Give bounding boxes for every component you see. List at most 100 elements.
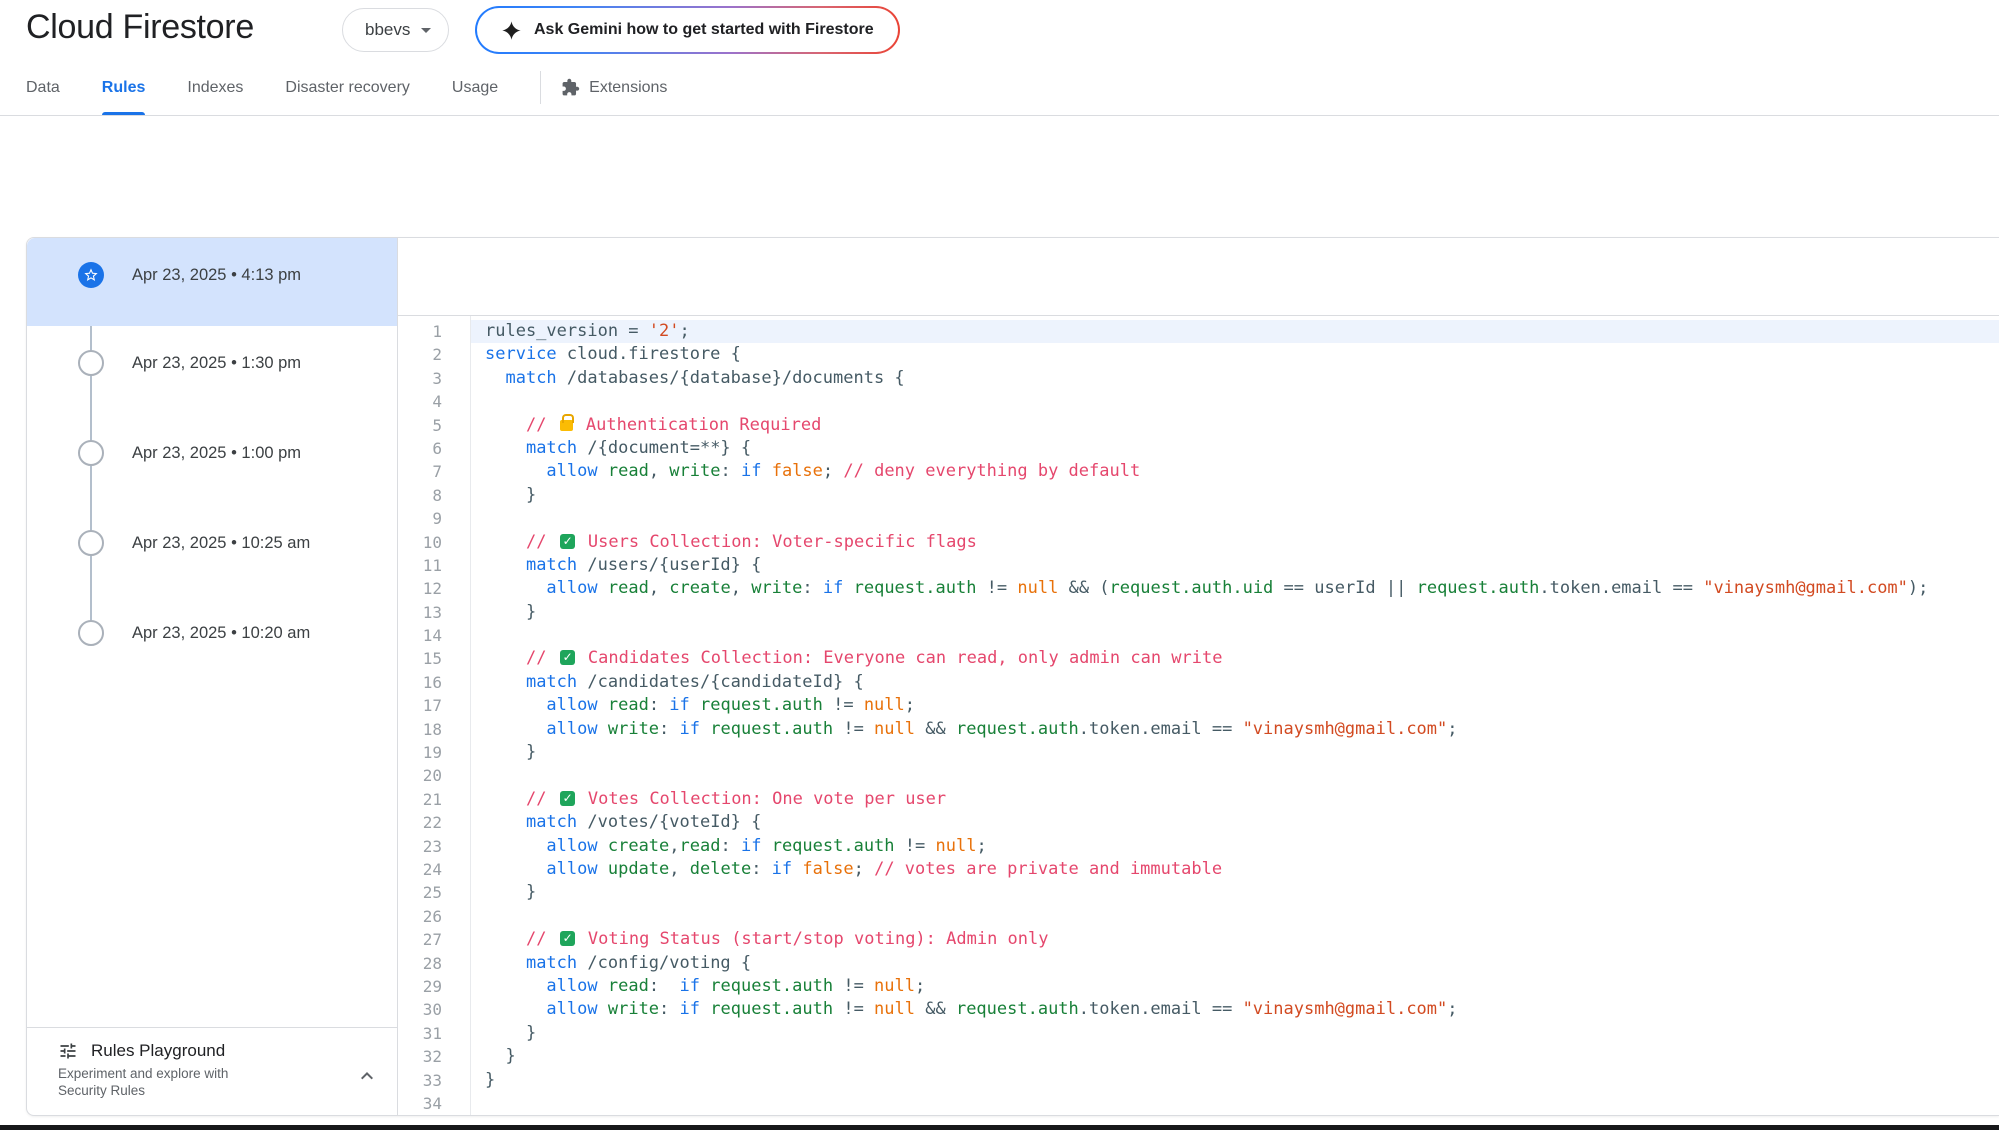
line-number: 1 bbox=[398, 320, 470, 343]
code-line[interactable]: 22 match /votes/{voteId} { bbox=[398, 811, 1999, 834]
tab-usage[interactable]: Usage bbox=[452, 60, 498, 115]
line-number: 26 bbox=[398, 905, 470, 928]
code-line[interactable]: 34 bbox=[398, 1092, 1999, 1115]
tab-data[interactable]: Data bbox=[26, 60, 60, 115]
tab-rules[interactable]: Rules bbox=[102, 60, 146, 115]
code-line[interactable]: 6 match /{document=**} { bbox=[398, 437, 1999, 460]
code-text: match /votes/{voteId} { bbox=[470, 811, 761, 834]
code-line[interactable]: 15 // Candidates Collection: Everyone ca… bbox=[398, 647, 1999, 670]
tab-extensions[interactable]: Extensions bbox=[561, 60, 667, 115]
database-selector[interactable]: bbevs bbox=[342, 8, 449, 52]
line-number: 24 bbox=[398, 858, 470, 881]
line-number: 6 bbox=[398, 437, 470, 460]
code-line[interactable]: 12 allow read, create, write: if request… bbox=[398, 577, 1999, 600]
version-timestamp: Apr 23, 2025 • 10:25 am bbox=[132, 530, 310, 556]
tab-disaster-recovery[interactable]: Disaster recovery bbox=[285, 60, 409, 115]
dropdown-caret-icon bbox=[414, 18, 438, 42]
code-line[interactable]: 30 allow write: if request.auth != null … bbox=[398, 998, 1999, 1021]
code-line[interactable]: 16 match /candidates/{candidateId} { bbox=[398, 671, 1999, 694]
collapse-chevron-icon[interactable] bbox=[355, 1064, 379, 1088]
code-text: allow write: if request.auth != null && … bbox=[470, 718, 1458, 741]
line-number: 25 bbox=[398, 881, 470, 904]
code-lines[interactable]: 1rules_version = '2';2service cloud.fire… bbox=[398, 316, 1999, 1115]
code-line[interactable]: 24 allow update, delete: if false; // vo… bbox=[398, 858, 1999, 881]
code-line[interactable]: 19 } bbox=[398, 741, 1999, 764]
line-number: 16 bbox=[398, 671, 470, 694]
code-line[interactable]: 7 allow read, write: if false; // deny e… bbox=[398, 460, 1999, 483]
line-number: 29 bbox=[398, 975, 470, 998]
code-line[interactable]: 32 } bbox=[398, 1045, 1999, 1068]
code-line[interactable]: 26 bbox=[398, 905, 1999, 928]
version-item[interactable]: Apr 23, 2025 • 10:20 am bbox=[27, 596, 397, 686]
code-line[interactable]: 17 allow read: if request.auth != null; bbox=[398, 694, 1999, 717]
code-line[interactable]: 2service cloud.firestore { bbox=[398, 343, 1999, 366]
code-line[interactable]: 5 // Authentication Required bbox=[398, 414, 1999, 437]
version-circle-icon bbox=[78, 530, 104, 556]
code-line[interactable]: 9 bbox=[398, 507, 1999, 530]
version-item[interactable]: Apr 23, 2025 • 1:30 pm bbox=[27, 326, 397, 416]
line-number: 23 bbox=[398, 835, 470, 858]
editor-toolbar bbox=[398, 238, 1999, 316]
line-number: 7 bbox=[398, 460, 470, 483]
code-text: // Authentication Required bbox=[470, 414, 821, 437]
database-selector-label: bbevs bbox=[365, 20, 410, 40]
code-text: match /config/voting { bbox=[470, 952, 751, 975]
timeline-items: Apr 23, 2025 • 4:13 pm Apr 23, 2025 • 1:… bbox=[27, 238, 397, 1027]
code-line[interactable]: 33} bbox=[398, 1069, 1999, 1092]
code-text: // Candidates Collection: Everyone can r… bbox=[470, 647, 1222, 670]
code-line[interactable]: 27 // Voting Status (start/stop voting):… bbox=[398, 928, 1999, 951]
line-number: 19 bbox=[398, 741, 470, 764]
code-line[interactable]: 25 } bbox=[398, 881, 1999, 904]
code-text: } bbox=[470, 1045, 516, 1068]
code-line[interactable]: 28 match /config/voting { bbox=[398, 952, 1999, 975]
code-text: // Voting Status (start/stop voting): Ad… bbox=[470, 928, 1048, 951]
code-line[interactable]: 18 allow write: if request.auth != null … bbox=[398, 718, 1999, 741]
version-timestamp: Apr 23, 2025 • 1:30 pm bbox=[132, 350, 301, 376]
line-number: 30 bbox=[398, 998, 470, 1021]
version-item-current[interactable]: Apr 23, 2025 • 4:13 pm bbox=[27, 238, 397, 326]
ask-gemini-button-inner: Ask Gemini how to get started with Fires… bbox=[477, 8, 898, 52]
version-timestamp: Apr 23, 2025 • 4:13 pm bbox=[132, 262, 301, 288]
code-line[interactable]: 1rules_version = '2'; bbox=[398, 320, 1999, 343]
rules-editor: 1rules_version = '2';2service cloud.fire… bbox=[398, 238, 1999, 1115]
line-number: 21 bbox=[398, 788, 470, 811]
ask-gemini-button[interactable]: Ask Gemini how to get started with Fires… bbox=[475, 6, 900, 54]
code-line[interactable]: 21 // Votes Collection: One vote per use… bbox=[398, 788, 1999, 811]
version-timestamp: Apr 23, 2025 • 1:00 pm bbox=[132, 440, 301, 466]
version-item[interactable]: Apr 23, 2025 • 1:00 pm bbox=[27, 416, 397, 506]
version-timestamp: Apr 23, 2025 • 10:20 am bbox=[132, 620, 310, 646]
version-item[interactable]: Apr 23, 2025 • 10:25 am bbox=[27, 506, 397, 596]
code-line[interactable]: 10 // Users Collection: Voter-specific f… bbox=[398, 531, 1999, 554]
code-line[interactable]: 31 } bbox=[398, 1022, 1999, 1045]
code-line[interactable]: 8 } bbox=[398, 484, 1999, 507]
line-number: 34 bbox=[398, 1092, 470, 1115]
code-line[interactable]: 29 allow read: if request.auth != null; bbox=[398, 975, 1999, 998]
code-text: match /{document=**} { bbox=[470, 437, 751, 460]
line-number: 13 bbox=[398, 601, 470, 624]
line-number: 20 bbox=[398, 764, 470, 787]
code-line[interactable]: 11 match /users/{userId} { bbox=[398, 554, 1999, 577]
code-line[interactable]: 4 bbox=[398, 390, 1999, 413]
check-icon bbox=[560, 650, 575, 665]
bottom-window-edge bbox=[0, 1125, 1999, 1130]
code-line[interactable]: 3 match /databases/{database}/documents … bbox=[398, 367, 1999, 390]
version-circle-icon bbox=[78, 620, 104, 646]
active-version-star-icon bbox=[78, 262, 104, 288]
firestore-rules-page: Cloud Firestore bbevs Ask Gemini how to … bbox=[0, 0, 1999, 1130]
check-icon bbox=[560, 931, 575, 946]
line-number: 3 bbox=[398, 367, 470, 390]
rules-playground-button[interactable]: Rules Playground Experiment and explore … bbox=[27, 1027, 397, 1115]
line-number: 10 bbox=[398, 531, 470, 554]
code-line[interactable]: 23 allow create,read: if request.auth !=… bbox=[398, 835, 1999, 858]
line-number: 12 bbox=[398, 577, 470, 600]
line-number: 32 bbox=[398, 1045, 470, 1068]
tab-indexes[interactable]: Indexes bbox=[187, 60, 243, 115]
code-text: // Votes Collection: One vote per user bbox=[470, 788, 946, 811]
line-number: 28 bbox=[398, 952, 470, 975]
code-line[interactable]: 14 bbox=[398, 624, 1999, 647]
code-line[interactable]: 20 bbox=[398, 764, 1999, 787]
line-number: 14 bbox=[398, 624, 470, 647]
code-text bbox=[470, 624, 485, 647]
code-line[interactable]: 13 } bbox=[398, 601, 1999, 624]
check-icon bbox=[560, 791, 575, 806]
